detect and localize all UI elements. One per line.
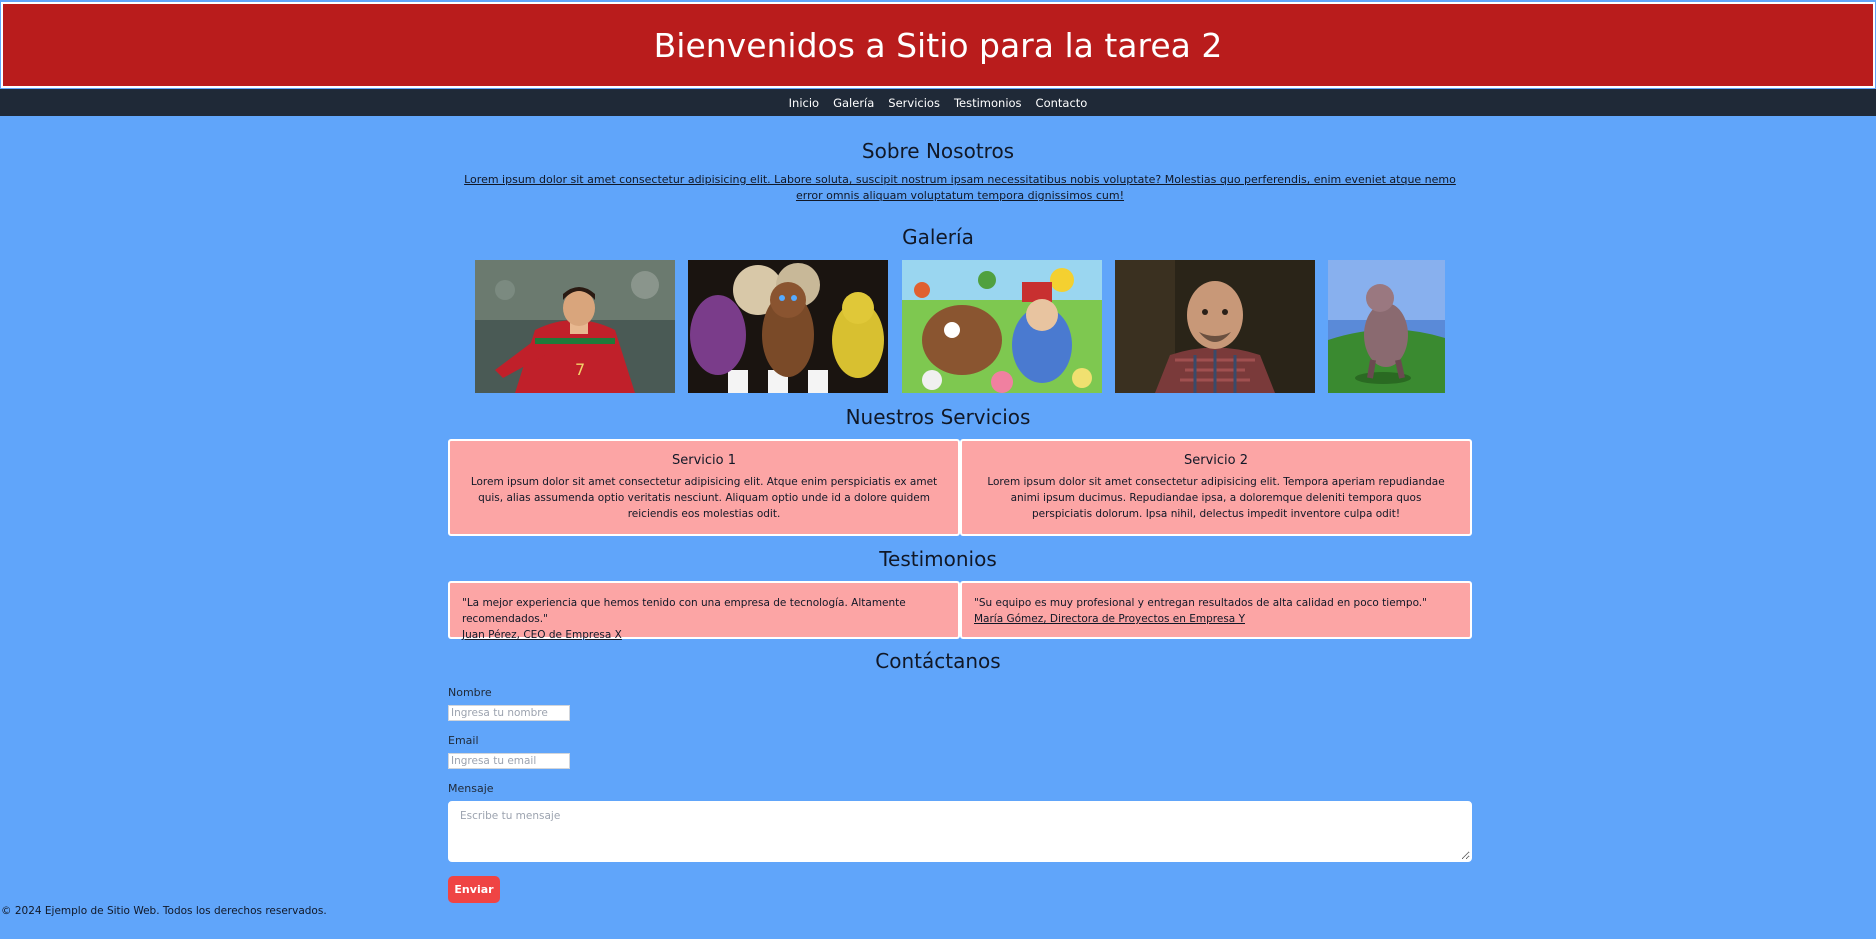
submit-button[interactable]: Enviar <box>448 876 500 903</box>
about-text: Lorem ipsum dolor sit amet consectetur a… <box>464 173 1456 202</box>
email-input[interactable] <box>448 753 570 769</box>
nav-link-inicio[interactable]: Inicio <box>789 96 819 110</box>
about-title: Sobre Nosotros <box>861 139 1015 163</box>
testimonial-card: "Su equipo es muy profesional y entregan… <box>960 581 1472 639</box>
email-label: Email <box>448 734 479 747</box>
nav-link-contacto[interactable]: Contacto <box>1036 96 1088 110</box>
message-textarea[interactable] <box>448 801 1472 862</box>
contact-title: Contáctanos <box>875 649 1001 673</box>
message-label: Mensaje <box>448 782 494 795</box>
gallery-image-cartoon-crowd <box>902 260 1102 393</box>
service-card: Servicio 1 Lorem ipsum dolor sit amet co… <box>448 439 960 536</box>
gallery-image-bald-man <box>1115 260 1315 393</box>
svg-text:7: 7 <box>575 360 585 379</box>
testimonial-quote: "Su equipo es muy profesional y entregan… <box>974 597 1427 609</box>
site-header: Bienvenidos a Sitio para la tarea 2 <box>1 2 1875 88</box>
service-title: Servicio 1 <box>671 453 737 468</box>
service-text: Lorem ipsum dolor sit amet consectetur a… <box>987 476 1445 520</box>
nav-link-galeria[interactable]: Galería <box>833 96 874 110</box>
testimonials-list: "La mejor experiencia que hemos tenido c… <box>448 581 1472 641</box>
testimonial-card: "La mejor experiencia que hemos tenido c… <box>448 581 960 641</box>
main-nav: Inicio Galería Servicios Testimonios Con… <box>0 89 1876 116</box>
service-text: Lorem ipsum dolor sit amet consectetur a… <box>470 476 938 520</box>
testimonials-title: Testimonios <box>879 547 997 571</box>
page-title: Bienvenidos a Sitio para la tarea 2 <box>653 25 1223 65</box>
gallery-title: Galería <box>902 225 974 249</box>
nav-link-servicios[interactable]: Servicios <box>888 96 940 110</box>
services-title: Nuestros Servicios <box>845 405 1031 429</box>
services-list: Servicio 1 Lorem ipsum dolor sit amet co… <box>448 439 1472 536</box>
nav-link-testimonios[interactable]: Testimonios <box>954 96 1022 110</box>
service-card: Servicio 2 Lorem ipsum dolor sit amet co… <box>960 439 1472 536</box>
gallery-image-creature <box>1328 260 1445 393</box>
testimonial-author: María Gómez, Directora de Proyectos en E… <box>974 613 1245 625</box>
service-title: Servicio 2 <box>1183 453 1249 468</box>
gallery-image-animatronics <box>688 260 888 393</box>
footer-text: © 2024 Ejemplo de Sitio Web. Todos los d… <box>1 905 327 917</box>
testimonial-author: Juan Pérez, CEO de Empresa X <box>462 629 622 641</box>
gallery-image-soccer-player: 7 <box>475 260 675 393</box>
name-input[interactable] <box>448 705 570 721</box>
testimonial-quote: "La mejor experiencia que hemos tenido c… <box>462 597 906 625</box>
name-label: Nombre <box>448 686 492 699</box>
